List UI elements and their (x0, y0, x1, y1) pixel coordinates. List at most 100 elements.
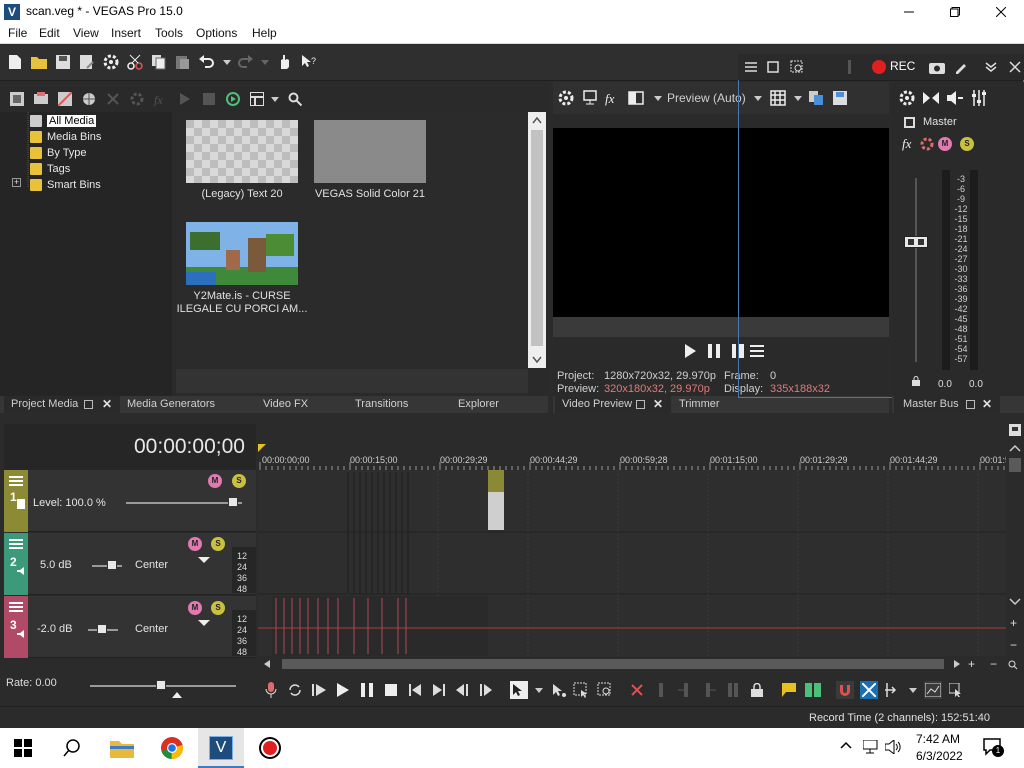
media-thumb-video-clip[interactable] (186, 222, 298, 285)
timecode-display[interactable]: 00:00:00;00 (134, 435, 245, 459)
envelope-tool-button[interactable] (550, 681, 568, 699)
timeline-horizontal-scrollbar[interactable] (258, 656, 1008, 672)
hamburger-menu-icon[interactable] (9, 475, 23, 487)
lock-envelopes-toggle[interactable] (924, 681, 942, 699)
play-button[interactable] (334, 681, 352, 699)
tree-item-by-type[interactable]: By Type (30, 145, 87, 161)
trim-end-button[interactable] (700, 681, 718, 699)
loop-region-marker-icon[interactable] (258, 444, 268, 454)
tab-media-generators[interactable]: Media Generators (127, 398, 215, 410)
minimize-button[interactable] (886, 0, 932, 24)
hamburger-menu-icon[interactable] (9, 538, 23, 550)
master-fx-chain-icon[interactable] (920, 137, 934, 151)
track-2-volume-knob[interactable] (107, 560, 117, 570)
chrome-taskbar-button[interactable] (160, 736, 184, 760)
tab-video-fx[interactable]: Video FX (263, 398, 308, 410)
undo-button[interactable] (198, 53, 216, 71)
taskbar-clock-date[interactable]: 6/3/2022 (916, 749, 963, 763)
insert-marker-button[interactable] (780, 681, 798, 699)
undock-icon[interactable] (84, 400, 93, 409)
menu-file[interactable]: File (8, 26, 27, 40)
ignore-grouping-toggle[interactable] (948, 681, 966, 699)
undo-history-button[interactable] (218, 53, 236, 71)
split-button[interactable] (724, 681, 742, 699)
stop-preview-button[interactable] (200, 90, 218, 108)
track-3-mute-button[interactable]: M (188, 601, 202, 615)
insert-region-button[interactable] (804, 681, 822, 699)
zoom-out-vertical-icon[interactable]: − (1010, 638, 1017, 652)
close-tab-icon[interactable]: ✕ (982, 397, 992, 411)
get-media-web-button[interactable] (56, 90, 74, 108)
master-select-checkbox[interactable] (904, 117, 915, 128)
copy-snapshot-button[interactable] (807, 89, 825, 107)
redo-button[interactable] (236, 53, 254, 71)
paste-button[interactable] (174, 53, 192, 71)
record-icon[interactable] (872, 60, 886, 74)
tab-transitions[interactable]: Transitions (355, 398, 408, 410)
next-frame-button[interactable] (478, 681, 496, 699)
undock-icon[interactable] (966, 400, 975, 409)
zoom-out-time-icon[interactable]: − (990, 657, 997, 671)
lock-events-button[interactable] (748, 681, 766, 699)
track-3-solo-button[interactable]: S (211, 601, 225, 615)
open-button[interactable] (30, 53, 48, 71)
go-to-end-button[interactable] (430, 681, 448, 699)
scrollbar-thumb[interactable] (282, 659, 944, 669)
track-header-2[interactable]: 2 M S 5.0 dB Center (4, 533, 256, 595)
chevron-down-icon[interactable] (1009, 598, 1021, 606)
delete-button[interactable] (628, 681, 646, 699)
delete-media-button[interactable] (104, 90, 122, 108)
chevron-up-icon[interactable] (1009, 444, 1021, 452)
auto-preview-button[interactable] (224, 90, 242, 108)
start-button[interactable] (14, 739, 32, 757)
master-solo-button[interactable]: S (960, 137, 974, 151)
track-2-solo-button[interactable]: S (211, 537, 225, 551)
track-header-1[interactable]: 1 M S Level: 100.0 % (4, 470, 256, 532)
preview-menu-button[interactable] (748, 342, 766, 360)
recorder-close-button[interactable] (1006, 58, 1024, 76)
preview-quality-dropdown[interactable] (749, 89, 767, 107)
recorder-menu-button[interactable] (742, 58, 760, 76)
media-fx-button[interactable]: fx (152, 90, 170, 108)
split-screen-button[interactable] (627, 89, 645, 107)
recorder-collapse-button[interactable] (982, 58, 1000, 76)
close-tab-icon[interactable]: ✕ (653, 397, 663, 411)
menu-insert[interactable]: Insert (111, 26, 141, 40)
track-1-level-knob[interactable] (228, 497, 238, 507)
save-as-button[interactable] (78, 53, 96, 71)
remove-media-button[interactable] (80, 90, 98, 108)
auto-ripple-dropdown[interactable] (904, 681, 922, 699)
taskbar-clock-time[interactable]: 7:42 AM (916, 732, 960, 746)
pause-button[interactable] (358, 681, 376, 699)
volume-icon[interactable] (885, 740, 901, 754)
selection-tool-button[interactable] (572, 681, 590, 699)
zoom-in-time-icon[interactable]: + (968, 657, 975, 671)
close-button[interactable] (978, 0, 1024, 24)
normal-edit-tool-button[interactable] (510, 681, 528, 699)
track-header-3[interactable]: 3 M S -2.0 dB Center (4, 596, 256, 658)
track-3-volume-knob[interactable] (97, 624, 107, 634)
maximize-button[interactable] (932, 0, 978, 24)
enable-snapping-button[interactable] (276, 53, 294, 71)
preview-properties-button[interactable] (557, 89, 575, 107)
screenshot-button[interactable] (928, 58, 946, 76)
preview-quality-select[interactable]: Preview (Auto) (667, 91, 746, 105)
close-tab-icon[interactable]: ✕ (102, 397, 112, 411)
track-1-mute-button[interactable]: M (208, 474, 222, 488)
track-lanes[interactable] (258, 470, 1008, 656)
menu-view[interactable]: View (73, 26, 99, 40)
pan-marker-icon[interactable] (198, 557, 210, 565)
auto-ripple-toggle[interactable] (884, 681, 902, 699)
track-1-solo-button[interactable]: S (232, 474, 246, 488)
pan-marker-icon[interactable] (198, 620, 210, 628)
overlays-button[interactable] (769, 89, 787, 107)
auto-crossfade-toggle[interactable] (860, 681, 878, 699)
auto-preview-play-button[interactable] (176, 90, 194, 108)
recorder-taskbar-button[interactable] (258, 736, 282, 760)
recorder-region-button[interactable] (788, 58, 806, 76)
video-preview-screen[interactable] (553, 128, 889, 317)
new-project-button[interactable] (6, 53, 24, 71)
overlays-dropdown[interactable] (789, 89, 807, 107)
enable-snapping-toggle[interactable] (836, 681, 854, 699)
zoom-tool-icon[interactable] (1008, 660, 1018, 670)
